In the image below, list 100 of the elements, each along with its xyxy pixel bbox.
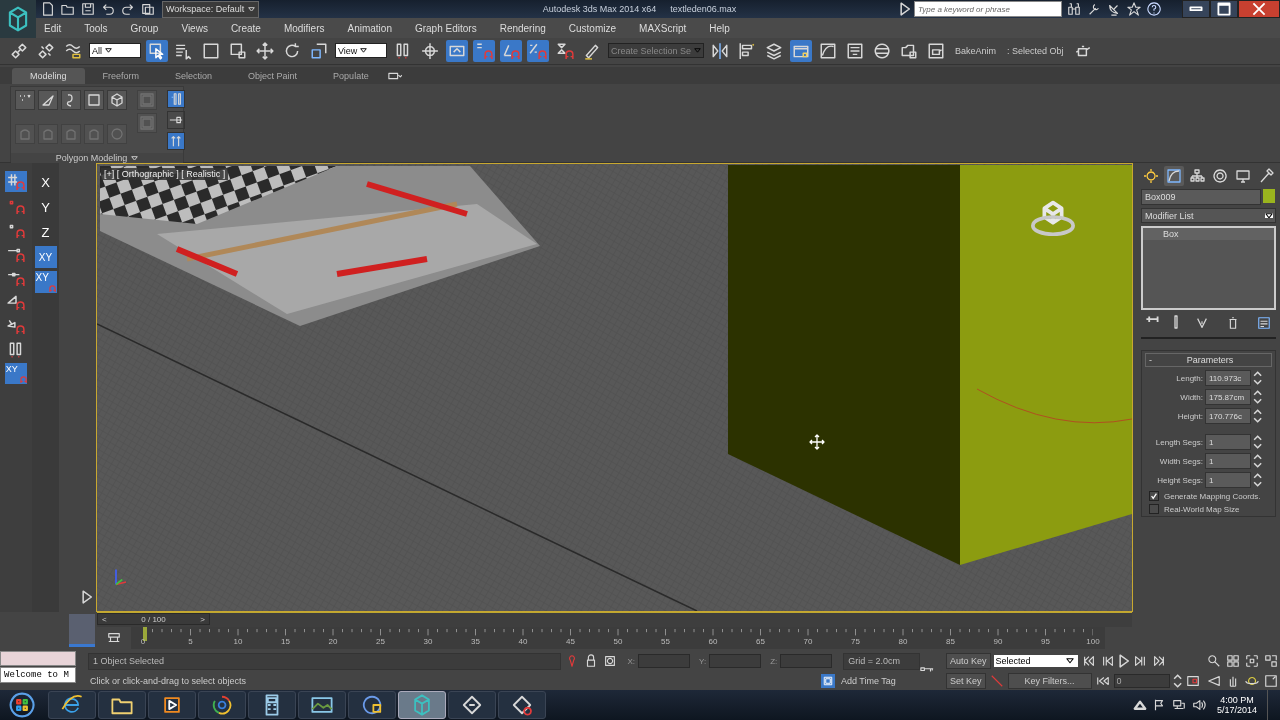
current-frame-marker[interactable] [143, 627, 147, 642]
menu-item[interactable]: Animation [347, 22, 392, 34]
add-time-tag-button[interactable]: Add Time Tag [821, 674, 896, 688]
previous-frame-button[interactable]: < [98, 614, 111, 624]
parameter-field[interactable]: 1 [1205, 453, 1251, 469]
current-frame-field[interactable]: 0 [1113, 674, 1170, 688]
taskbar-app-button[interactable] [448, 691, 496, 719]
taskbar-app-button[interactable] [198, 691, 246, 719]
ribbon-tab[interactable]: Selection [157, 68, 231, 84]
taskbar-app-button[interactable] [148, 691, 196, 719]
toolbar-dropdown[interactable]: All [89, 43, 141, 59]
ribbon-tab[interactable]: Populate [315, 68, 387, 84]
key-set-dropdown[interactable]: Selected [993, 655, 1078, 667]
snap-toggle-button[interactable] [4, 171, 27, 192]
close-icon [1252, 2, 1266, 16]
spinner-arrows-icon [1253, 390, 1263, 404]
taskbar-app-button[interactable] [348, 691, 396, 719]
key-filters-button[interactable]: Key Filters... [1007, 673, 1092, 689]
workspace-dropdown[interactable]: Workspace: Default [162, 0, 260, 18]
frame-ruler[interactable]: 0 5 10 15 20 25 30 35 40 45 50 55 60 65 70 75 80 85 90 95 100 [131, 627, 1105, 650]
object-color-swatch[interactable] [1263, 189, 1275, 203]
viewport-label[interactable]: [+] [ Orthographic ] [ Realistic ] [101, 168, 229, 180]
coordinate-field[interactable] [638, 654, 690, 668]
coordinate-field[interactable] [709, 654, 762, 668]
menu-item[interactable]: Tools [84, 22, 108, 34]
checkbox[interactable] [1149, 491, 1159, 501]
panel-title-dropdown[interactable]: Polygon Modeling [11, 153, 183, 163]
app-logo-button[interactable] [0, 0, 36, 38]
parameter-field[interactable]: 110.973c [1205, 370, 1251, 386]
play-triangle-icon [1118, 654, 1130, 668]
landscape-picture-icon [311, 694, 333, 716]
grid-size-readout: Grid = 2.0cm [843, 652, 920, 670]
zoom-extents-icon [1244, 653, 1260, 669]
menu-item[interactable]: Edit [44, 22, 62, 34]
frame-number: 80 [898, 637, 908, 647]
frame-number: 5 [188, 637, 193, 647]
media-play-icon [161, 694, 183, 716]
coordinate-label: Y: [699, 656, 707, 666]
taskbar-app-button[interactable] [98, 691, 146, 719]
viewport[interactable]: [+] [ Orthographic ] [ Realistic ] [96, 163, 1133, 612]
taskbar-app-button[interactable] [298, 691, 346, 719]
toolbar-label[interactable]: BakeAnim [952, 45, 1000, 56]
rollout-header[interactable]: - Parameters [1145, 353, 1272, 367]
parameter-field[interactable]: 1 [1205, 472, 1251, 488]
object-name-field[interactable]: Box009 [1141, 189, 1261, 205]
auto-key-button[interactable]: Auto Key [946, 653, 991, 669]
parameter-field[interactable]: 170.776c [1205, 408, 1251, 424]
checkbox[interactable] [1149, 504, 1159, 514]
menu-item[interactable]: Rendering [499, 22, 546, 34]
set-key-button[interactable]: Set Key [946, 673, 986, 689]
round-browser-icon [211, 694, 233, 716]
menu-item[interactable]: MAXScript [639, 22, 687, 34]
axis-constraint-button[interactable]: Z [34, 221, 57, 243]
axis-constraint-button[interactable]: Y [34, 196, 57, 218]
axis-constraint-button[interactable]: XY [34, 271, 57, 293]
taskbar-app-button[interactable] [48, 691, 96, 719]
field-of-view-icon [1206, 673, 1222, 689]
time-slider-thumb[interactable]: < 0 / 100 > [97, 613, 210, 625]
caret-icon [131, 155, 139, 161]
taskbar-app-button[interactable] [498, 691, 546, 719]
key-icon [920, 667, 934, 673]
snap-toggle-button[interactable]: XY [4, 363, 27, 384]
toolbar-label[interactable]: : Selected Obj [1004, 45, 1067, 56]
maxscript-output-field[interactable]: Welcome to M [0, 667, 76, 683]
parameter-field[interactable]: 175.87cm [1205, 389, 1251, 405]
taskbar-app-button[interactable] [248, 691, 296, 719]
minimize-button[interactable] [1182, 0, 1210, 18]
menu-item[interactable]: Create [230, 22, 261, 34]
caret-icon [694, 48, 702, 54]
modifier-list-dropdown[interactable]: Modifier List [1141, 208, 1276, 223]
selection-status: 1 Object Selected [88, 652, 562, 670]
crosshair-cursor-icon [809, 434, 825, 450]
spinner-arrows-icon [1253, 473, 1263, 487]
caret-icon [1065, 658, 1074, 664]
ribbon-tab[interactable]: Object Paint [230, 68, 316, 84]
next-frame-button[interactable]: > [196, 614, 209, 624]
menu-item[interactable]: Group [130, 22, 159, 34]
menu-item[interactable]: Views [181, 22, 208, 34]
maximize-button[interactable] [1210, 0, 1238, 18]
menu-item[interactable]: Customize [568, 22, 617, 34]
parameter-field[interactable]: 1 [1205, 434, 1251, 450]
clock-date: 5/17/2014 [1216, 705, 1257, 715]
parameter-label: Width: [1179, 392, 1203, 402]
ribbon-tab[interactable]: Modeling [12, 68, 85, 84]
menu-item[interactable]: Modifiers [283, 22, 325, 34]
stack-item[interactable]: Box [1143, 228, 1274, 240]
search-field[interactable]: Type a keyword or phrase [914, 1, 1062, 17]
clock-time: 4:00 PM [1220, 695, 1254, 705]
menu-item[interactable]: Help [709, 22, 730, 34]
menu-item[interactable]: Graph Editors [414, 22, 477, 34]
axis-constraint-button[interactable]: X [34, 171, 57, 193]
coordinate-label: X: [627, 656, 635, 666]
toolbar-dropdown[interactable]: View [335, 43, 387, 59]
play-triangle-icon [899, 2, 910, 16]
close-button[interactable] [1238, 0, 1280, 18]
axis-constraint-button[interactable]: XY [34, 246, 57, 268]
ribbon-tab[interactable]: Freeform [84, 68, 158, 84]
new-file-icon [40, 1, 56, 17]
maxscript-input-field[interactable] [0, 651, 76, 666]
coordinate-field[interactable] [780, 654, 833, 668]
